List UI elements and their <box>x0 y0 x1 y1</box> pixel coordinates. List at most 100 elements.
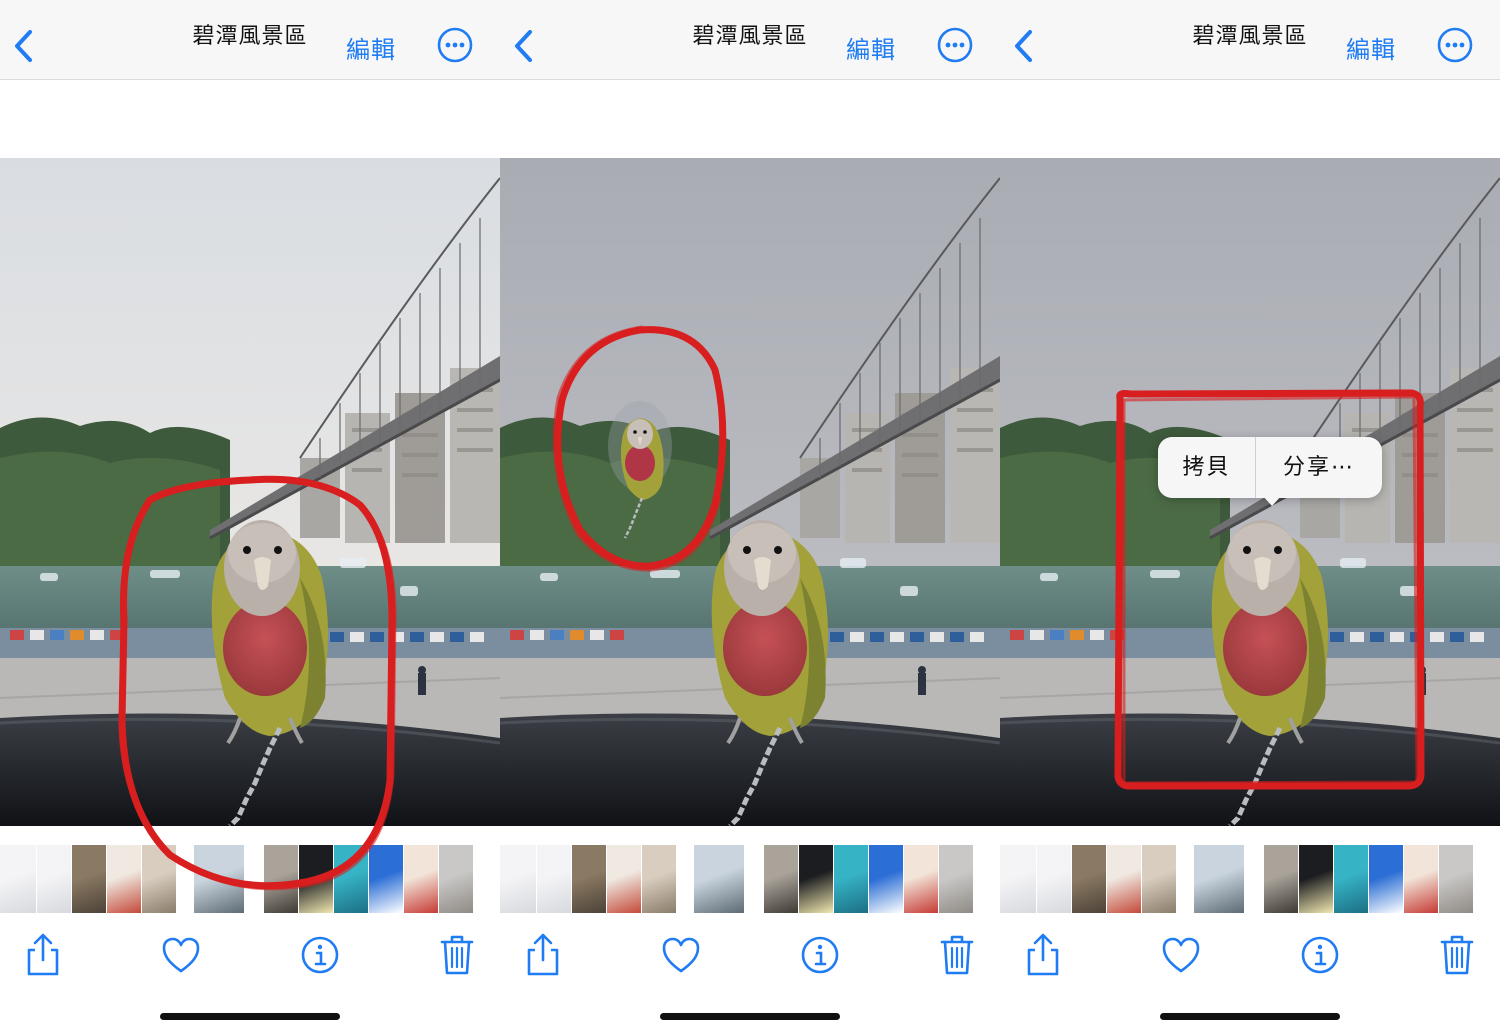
trash-icon <box>1440 935 1474 975</box>
thumbnail-wifi-poster[interactable] <box>1369 845 1403 913</box>
thumbnail-wifi-poster[interactable] <box>869 845 903 913</box>
info-icon <box>1301 936 1339 974</box>
thumbnail-dog[interactable] <box>1142 845 1176 913</box>
share-menu-item[interactable]: 分享⋯ <box>1256 437 1382 498</box>
thumbnail-photo[interactable] <box>264 845 298 913</box>
thumbnail-pet[interactable] <box>72 845 106 913</box>
share-button[interactable] <box>20 932 66 978</box>
thumbnail-strip[interactable] <box>1000 845 1500 913</box>
thumbnail-moon[interactable] <box>799 845 833 913</box>
share-icon <box>1027 933 1059 976</box>
thumbnail-dog[interactable] <box>142 845 176 913</box>
photo-viewer-panel-2: 碧潭風景區 編輯 <box>500 0 1000 1034</box>
thumbnail-moon[interactable] <box>299 845 333 913</box>
info-icon <box>801 936 839 974</box>
thumbnail-blank[interactable] <box>245 845 263 913</box>
delete-button[interactable] <box>934 932 980 978</box>
info-button[interactable] <box>1297 932 1343 978</box>
home-indicator <box>160 1013 340 1020</box>
thumbnail-pet[interactable] <box>572 845 606 913</box>
info-button[interactable] <box>297 932 343 978</box>
thumbnail-lucky-cat[interactable] <box>607 845 641 913</box>
page-title: 碧潭風景區 <box>692 24 808 49</box>
back-button[interactable] <box>510 26 540 66</box>
thumbnail-screenshot[interactable] <box>500 845 536 913</box>
thumbnail-lucky-cat[interactable] <box>107 845 141 913</box>
share-icon <box>527 933 559 976</box>
parrot-photo-image <box>0 158 500 826</box>
ellipsis-circle-icon <box>937 27 973 63</box>
heart-icon <box>162 937 200 973</box>
thumbnail-strip[interactable] <box>500 845 1000 913</box>
page-title: 碧潭風景區 <box>192 24 308 49</box>
main-photo[interactable] <box>0 158 500 826</box>
thumbnail-blank[interactable] <box>1245 845 1263 913</box>
thumbnail-dog[interactable] <box>642 845 676 913</box>
thumbnail-screenshot[interactable] <box>37 845 71 913</box>
context-menu: 拷貝 分享⋯ <box>1158 437 1382 506</box>
thumbnail-cat-floor[interactable] <box>1439 845 1473 913</box>
navigation-bar: 碧潭風景區 編輯 <box>1000 0 1500 80</box>
home-indicator <box>1160 1013 1340 1020</box>
share-icon <box>27 933 59 976</box>
navigation-bar: 碧潭風景區 編輯 <box>500 0 1000 80</box>
more-options-button[interactable] <box>437 27 473 63</box>
share-button[interactable] <box>520 932 566 978</box>
more-options-button[interactable] <box>1437 27 1473 63</box>
trash-icon <box>940 935 974 975</box>
thumbnail-photo[interactable] <box>764 845 798 913</box>
thumbnail-pet[interactable] <box>1072 845 1106 913</box>
chevron-left-icon <box>1015 30 1032 62</box>
thumbnail-cat[interactable] <box>404 845 438 913</box>
delete-button[interactable] <box>434 932 480 978</box>
edit-button[interactable]: 編輯 <box>346 30 396 65</box>
thumbnail-moon[interactable] <box>1299 845 1333 913</box>
thumbnail-strip[interactable] <box>0 845 500 913</box>
thumbnail-photo[interactable] <box>1264 845 1298 913</box>
share-button[interactable] <box>1020 932 1066 978</box>
main-photo[interactable] <box>500 158 1000 826</box>
copy-menu-item[interactable]: 拷貝 <box>1158 437 1255 498</box>
thumbnail-cat-floor[interactable] <box>939 845 973 913</box>
thumbnail-cat[interactable] <box>1404 845 1438 913</box>
navigation-bar: 碧潭風景區 編輯 <box>0 0 500 80</box>
thumbnail-screenshot[interactable] <box>1037 845 1071 913</box>
delete-button[interactable] <box>1434 932 1480 978</box>
thumbnail-blank[interactable] <box>1177 845 1193 913</box>
info-icon <box>301 936 339 974</box>
heart-icon <box>1162 937 1200 973</box>
home-indicator <box>660 1013 840 1020</box>
thumbnail-screenshot[interactable] <box>0 845 36 913</box>
parrot-photo-image <box>500 158 1000 826</box>
more-options-button[interactable] <box>937 27 973 63</box>
thumbnail-blank[interactable] <box>177 845 193 913</box>
thumbnail-wifi-poster[interactable] <box>369 845 403 913</box>
thumbnail-lucky-cat[interactable] <box>1107 845 1141 913</box>
back-button[interactable] <box>1010 26 1040 66</box>
heart-icon <box>662 937 700 973</box>
menu-pointer <box>1262 495 1282 506</box>
favorite-button[interactable] <box>658 932 704 978</box>
thumbnail-screenshot[interactable] <box>537 845 571 913</box>
thumbnail-cat[interactable] <box>904 845 938 913</box>
favorite-button[interactable] <box>158 932 204 978</box>
chevron-left-icon <box>15 30 32 62</box>
thumbnail-dolphin[interactable] <box>834 845 868 913</box>
ellipsis-circle-icon <box>1437 27 1473 63</box>
info-button[interactable] <box>797 932 843 978</box>
thumbnail-screenshot[interactable] <box>1000 845 1036 913</box>
thumbnail-blank[interactable] <box>745 845 763 913</box>
thumbnail-bridge[interactable] <box>194 845 244 913</box>
trash-icon <box>440 935 474 975</box>
thumbnail-bridge[interactable] <box>1194 845 1244 913</box>
thumbnail-blank[interactable] <box>677 845 693 913</box>
thumbnail-dolphin[interactable] <box>334 845 368 913</box>
favorite-button[interactable] <box>1158 932 1204 978</box>
page-title: 碧潭風景區 <box>1192 24 1308 49</box>
thumbnail-bridge[interactable] <box>694 845 744 913</box>
edit-button[interactable]: 編輯 <box>846 30 896 65</box>
thumbnail-dolphin[interactable] <box>1334 845 1368 913</box>
back-button[interactable] <box>10 26 40 66</box>
edit-button[interactable]: 編輯 <box>1346 30 1396 65</box>
thumbnail-cat-floor[interactable] <box>439 845 473 913</box>
